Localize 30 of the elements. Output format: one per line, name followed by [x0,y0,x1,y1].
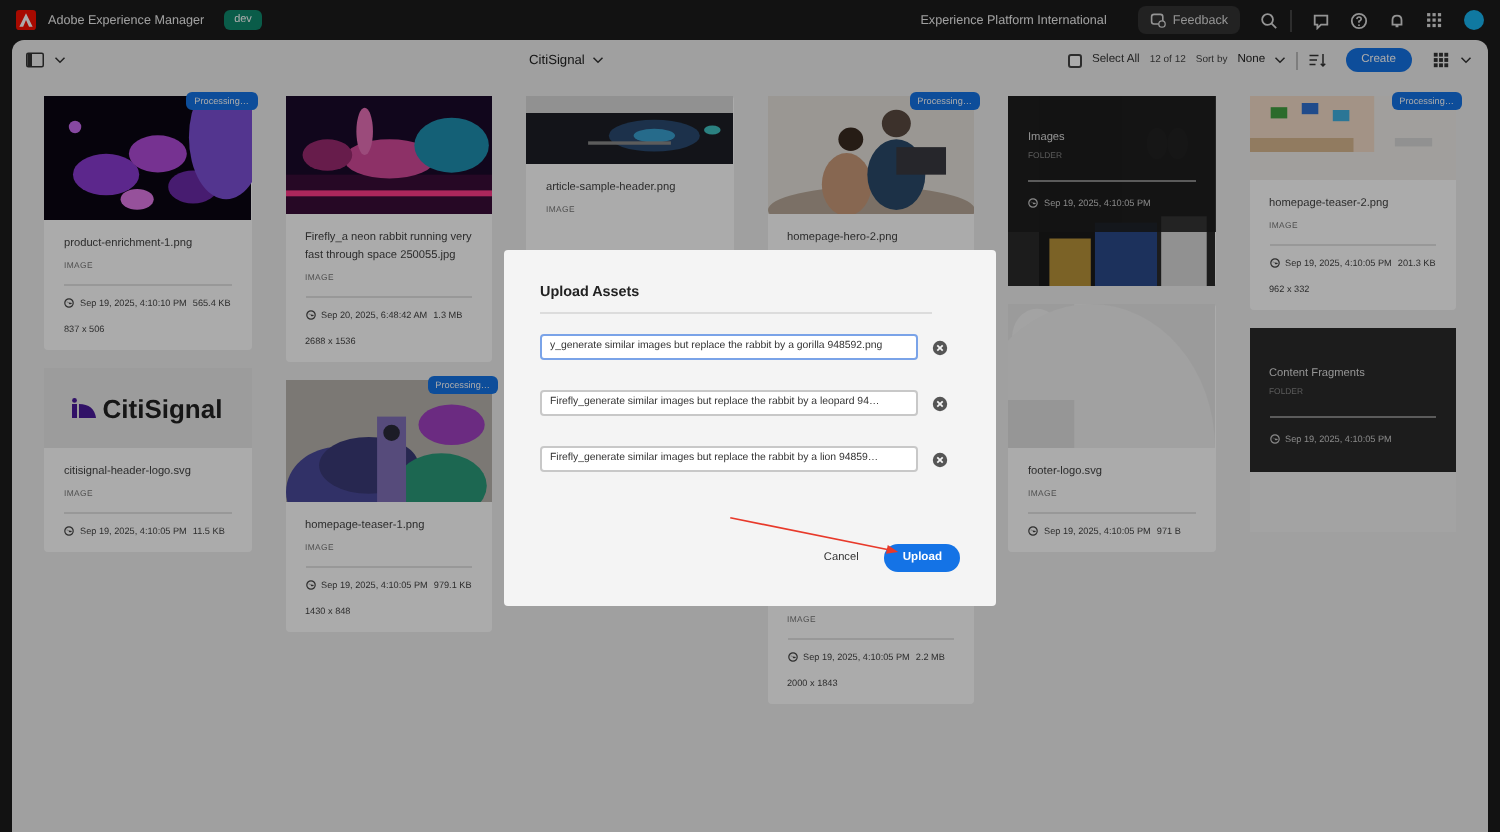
globe-icon [305,310,315,320]
logo-icon [16,10,36,30]
search-icon[interactable] [1260,11,1278,29]
panel-toggle-icon[interactable] [26,52,44,68]
chevron-down-icon [592,56,605,64]
select-all-checkbox[interactable] [1067,53,1082,67]
globe-icon [305,580,315,590]
chevron-down-icon[interactable] [1460,56,1472,64]
globe-icon [1028,526,1038,536]
globe-icon [1269,258,1279,268]
globe-icon [1269,434,1279,444]
bell-icon[interactable] [1388,11,1406,29]
grid-view-icon[interactable] [1432,52,1450,68]
clear-icon[interactable] [932,451,948,467]
feedback-icon [1150,12,1167,28]
chevron-down-icon [1273,56,1286,64]
avatar[interactable] [1464,10,1484,30]
help-icon[interactable] [1350,11,1368,29]
clear-icon[interactable] [932,395,948,411]
clear-icon[interactable] [932,339,948,355]
brand-name: CitiSignal [102,393,223,423]
brand-mark-icon [72,398,97,418]
apps-grid-icon[interactable] [1426,11,1444,29]
globe-icon [1028,198,1038,208]
sort-order-icon[interactable] [1307,52,1326,68]
globe-icon [787,652,797,662]
chat-icon[interactable] [1312,11,1330,29]
globe-icon [64,526,74,536]
globe-icon [64,298,74,308]
chevron-down-icon[interactable] [54,56,66,64]
